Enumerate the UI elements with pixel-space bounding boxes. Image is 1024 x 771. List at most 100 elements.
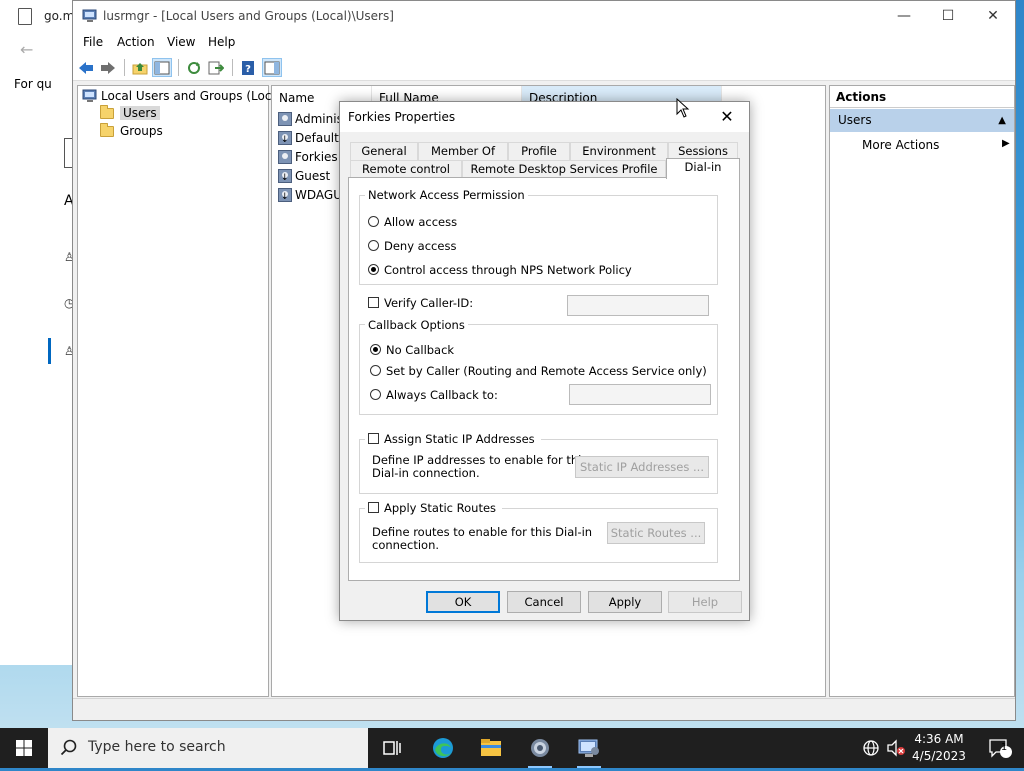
static-routes-button[interactable]: Static Routes ... [607,522,705,544]
computer-management-taskbar-icon[interactable] [565,728,613,768]
more-actions-item[interactable]: More Actions [862,138,939,152]
network-icon[interactable] [858,728,884,768]
static-ip-addresses-button[interactable]: Static IP Addresses ... [575,456,709,478]
start-button[interactable] [0,728,48,768]
list-item[interactable]: Adminis [278,112,343,126]
background-window[interactable]: go.m ← For qu A ♙ ◷ ♙ [0,0,75,665]
list-item[interactable]: DefaultA [278,131,347,145]
back-arrow-icon[interactable]: ← [20,40,33,59]
tree-item-label: Groups [120,124,163,138]
apply-button[interactable]: Apply [588,591,662,613]
dialog-close-button[interactable]: ✕ [705,102,749,132]
file-explorer-icon[interactable] [467,728,515,768]
back-icon[interactable] [76,58,96,77]
mouse-cursor-icon [676,98,690,118]
show-hide-action-pane-icon[interactable] [262,58,282,77]
show-hide-console-tree-icon[interactable] [152,58,172,77]
verify-caller-id-label[interactable]: Verify Caller-ID: [384,296,473,310]
tree-root-label: Local Users and Groups (Local) [101,89,287,103]
list-item-label: Forkies [295,150,338,164]
no-callback-label[interactable]: No Callback [386,343,454,357]
taskbar-search[interactable]: Type here to search [48,728,368,768]
always-callback-radio[interactable] [370,389,381,400]
background-tab-title[interactable]: go.m [44,9,74,23]
set-by-caller-radio[interactable] [370,365,381,376]
windows-logo-icon [16,740,32,756]
status-bar [73,698,1015,720]
actions-section-users[interactable]: Users ▲ [830,109,1014,132]
tab-environment[interactable]: Environment [570,142,668,160]
menu-help[interactable]: Help [208,35,235,49]
tab-general[interactable]: General [350,142,418,160]
user-icon [278,150,292,164]
callback-options-title: Callback Options [365,318,468,332]
disabled-user-icon [278,188,292,202]
folder-icon [100,122,114,137]
tree-item-groups[interactable]: Groups [100,122,163,138]
verify-caller-id-input[interactable] [567,295,709,316]
menu-view[interactable]: View [167,35,195,49]
forward-icon[interactable] [98,58,118,77]
ok-button[interactable]: OK [426,591,500,613]
network-access-title: Network Access Permission [365,188,528,202]
list-item-label: Guest [295,169,331,183]
tab-remote-desktop-services-profile[interactable]: Remote Desktop Services Profile [462,160,666,178]
always-callback-label[interactable]: Always Callback to: [386,388,498,402]
background-text: For qu [14,77,52,91]
notification-center-icon[interactable]: 1 [976,728,1024,768]
apply-static-routes-checkbox[interactable] [368,502,379,513]
tab-member-of[interactable]: Member Of [418,142,508,160]
allow-access-radio[interactable] [368,216,379,227]
allow-access-label[interactable]: Allow access [384,215,457,229]
tree-root[interactable]: Local Users and Groups (Local) [82,88,287,104]
collapse-triangle-icon[interactable]: ▲ [998,109,1006,132]
apply-static-routes-label[interactable]: Apply Static Routes [384,501,496,515]
settings-icon[interactable] [516,728,564,768]
volume-muted-icon[interactable] [883,728,909,768]
close-button[interactable]: ✕ [970,1,1016,31]
control-access-nps-radio[interactable] [368,264,379,275]
title-bar: lusrmgr - [Local Users and Groups (Local… [73,1,1015,32]
folder-icon [100,104,114,119]
verify-caller-id-checkbox[interactable] [368,297,379,308]
set-by-caller-label[interactable]: Set by Caller (Routing and Remote Access… [386,364,707,378]
deny-access-radio[interactable] [368,240,379,251]
refresh-icon[interactable] [184,58,204,77]
toolbar: ? [73,54,1015,81]
maximize-button[interactable]: ☐ [925,1,971,31]
tab-remote-control[interactable]: Remote control [350,160,462,178]
minimize-button[interactable]: — [881,1,927,31]
tab-profile[interactable]: Profile [508,142,570,160]
menu-bar: File Action View Help [73,32,1015,54]
deny-access-label[interactable]: Deny access [384,239,456,253]
tree-item-users[interactable]: Users [100,104,160,120]
task-view-icon[interactable] [368,728,416,768]
always-callback-input[interactable] [569,384,711,405]
actions-pane: Actions Users ▲ More Actions ▶ [829,85,1015,697]
list-item[interactable]: Forkies [278,150,338,164]
menu-action[interactable]: Action [117,35,155,49]
no-callback-radio[interactable] [370,344,381,355]
menu-file[interactable]: File [83,35,103,49]
notification-count: 1 [1000,742,1008,753]
search-icon [60,739,77,756]
help-icon[interactable]: ? [238,58,258,77]
static-routes-desc-line1: Define routes to enable for this Dial-in [372,525,593,539]
svg-text:?: ? [245,64,251,75]
document-icon [18,8,32,25]
list-item[interactable]: Guest [278,169,330,183]
tab-dial-in[interactable]: Dial-in [666,158,740,179]
help-button[interactable]: Help [668,591,742,613]
export-list-icon[interactable] [206,58,226,77]
cancel-button[interactable]: Cancel [507,591,581,613]
edge-icon[interactable] [419,728,467,768]
list-item[interactable]: WDAGUt [278,188,347,202]
up-folder-icon[interactable] [130,58,150,77]
assign-static-ip-label[interactable]: Assign Static IP Addresses [384,432,535,446]
computer-management-icon [82,9,97,22]
list-item-label: Adminis [295,112,343,126]
control-access-nps-label[interactable]: Control access through NPS Network Polic… [384,263,632,277]
clock[interactable]: 4:36 AM 4/5/2023 [908,731,970,765]
tree-item-label: Users [120,106,160,120]
assign-static-ip-checkbox[interactable] [368,433,379,444]
